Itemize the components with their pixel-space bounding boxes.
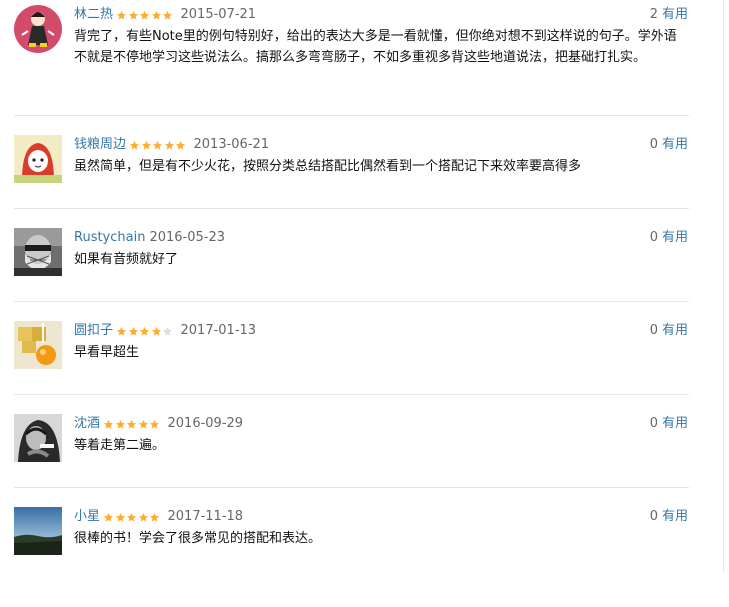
cartoon-figure-avatar [14,5,62,53]
comment-divider [14,115,689,116]
username-link[interactable]: Rustychain [74,229,145,247]
rating-stars [103,419,161,430]
vote-count: 0 [649,416,658,431]
useful-vote-button[interactable]: 有用 [662,323,688,338]
scrollbar-edge [723,0,729,572]
comment-item: 圆扣子 2017-01-13 0 有用早看早超生 [0,321,700,421]
comment-header: 沈酒 2016-09-29 [74,415,243,433]
rating-stars [129,140,187,151]
comment-divider [14,394,689,395]
comment-header: 圆扣子 2017-01-13 [74,322,256,340]
comment-divider [14,301,689,302]
vote-area: 0 有用 [650,415,688,433]
useful-vote-button[interactable]: 有用 [662,7,688,22]
vote-count: 0 [649,137,658,152]
comment-date: 2017-11-18 [167,509,244,524]
comment-text: 很棒的书！学会了很多常见的搭配和表达。 [74,531,322,546]
useful-vote-button[interactable]: 有用 [662,137,688,152]
username-link[interactable]: 沈酒 [74,415,100,433]
vote-area: 0 有用 [650,508,688,526]
vote-count: 0 [649,230,658,245]
user-avatar[interactable] [14,321,62,369]
comment-divider [14,487,689,488]
comment-header: Rustychain 2016-05-23 [74,229,225,247]
comment-text: 虽然简单，但是有不少火花，按照分类总结搭配比偶然看到一个搭配记下来效率要高得多 [74,159,582,174]
comment-header: 钱粮周边 2013-06-21 [74,136,269,154]
user-avatar[interactable] [14,5,62,53]
masked-man-photo-avatar [14,228,62,276]
username-link[interactable]: 林二热 [74,6,113,24]
user-avatar[interactable] [14,507,62,555]
user-avatar[interactable] [14,228,62,276]
comment-text: 如果有音频就好了 [74,252,179,267]
comment-divider [14,208,689,209]
user-avatar[interactable] [14,414,62,462]
vote-area: 0 有用 [650,136,688,154]
useful-vote-button[interactable]: 有用 [662,230,688,245]
useful-vote-button[interactable]: 有用 [662,416,688,431]
comment-item: 小星 2017-11-18 0 有用很棒的书！学会了很多常见的搭配和表达。 [0,507,700,607]
rating-stars [103,512,161,523]
username-link[interactable]: 钱粮周边 [74,136,126,154]
comment-date: 2017-01-13 [180,323,257,338]
comment-header: 林二热 2015-07-21 [74,6,256,24]
comment-header: 小星 2017-11-18 [74,508,243,526]
comment-text: 等着走第二遍。 [74,438,166,453]
vote-count: 2 [649,7,658,22]
vote-area: 0 有用 [650,322,688,340]
comment-date: 2016-05-23 [149,230,226,245]
user-avatar[interactable] [14,135,62,183]
comment-text: 早看早超生 [74,345,140,360]
username-link[interactable]: 圆扣子 [74,322,113,340]
vote-count: 0 [649,509,658,524]
rating-stars [116,10,174,21]
vote-area: 0 有用 [650,229,688,247]
comment-date: 2016-09-29 [167,416,244,431]
comment-date: 2013-06-21 [193,137,270,152]
vote-count: 0 [649,323,658,338]
comment-item: Rustychain 2016-05-23 0 有用如果有音频就好了 [0,228,700,328]
sunset-landscape-avatar [14,507,62,555]
bw-portrait-photo-avatar [14,414,62,462]
comment-item: 沈酒 2016-09-29 0 有用等着走第二遍。 [0,414,700,514]
vote-area: 2 有用 [650,6,688,24]
useful-vote-button[interactable]: 有用 [662,509,688,524]
comment-item: 钱粮周边 2013-06-21 0 有用虽然简单，但是有不少火花，按照分类总结搭配比偶… [0,135,700,235]
username-link[interactable]: 小星 [74,508,100,526]
red-hooded-character-avatar [14,135,62,183]
comment-item: 林二热 2015-07-21 2 有用背完了，有些Note里的例句特别好，给出的表达大… [0,5,700,105]
comment-text: 背完了，有些Note里的例句特别好，给出的表达大多是一看就懂，但你绝对想不到这样… [74,29,677,65]
orange-candy-photo-avatar [14,321,62,369]
rating-stars [116,326,174,337]
comment-date: 2015-07-21 [180,7,257,22]
